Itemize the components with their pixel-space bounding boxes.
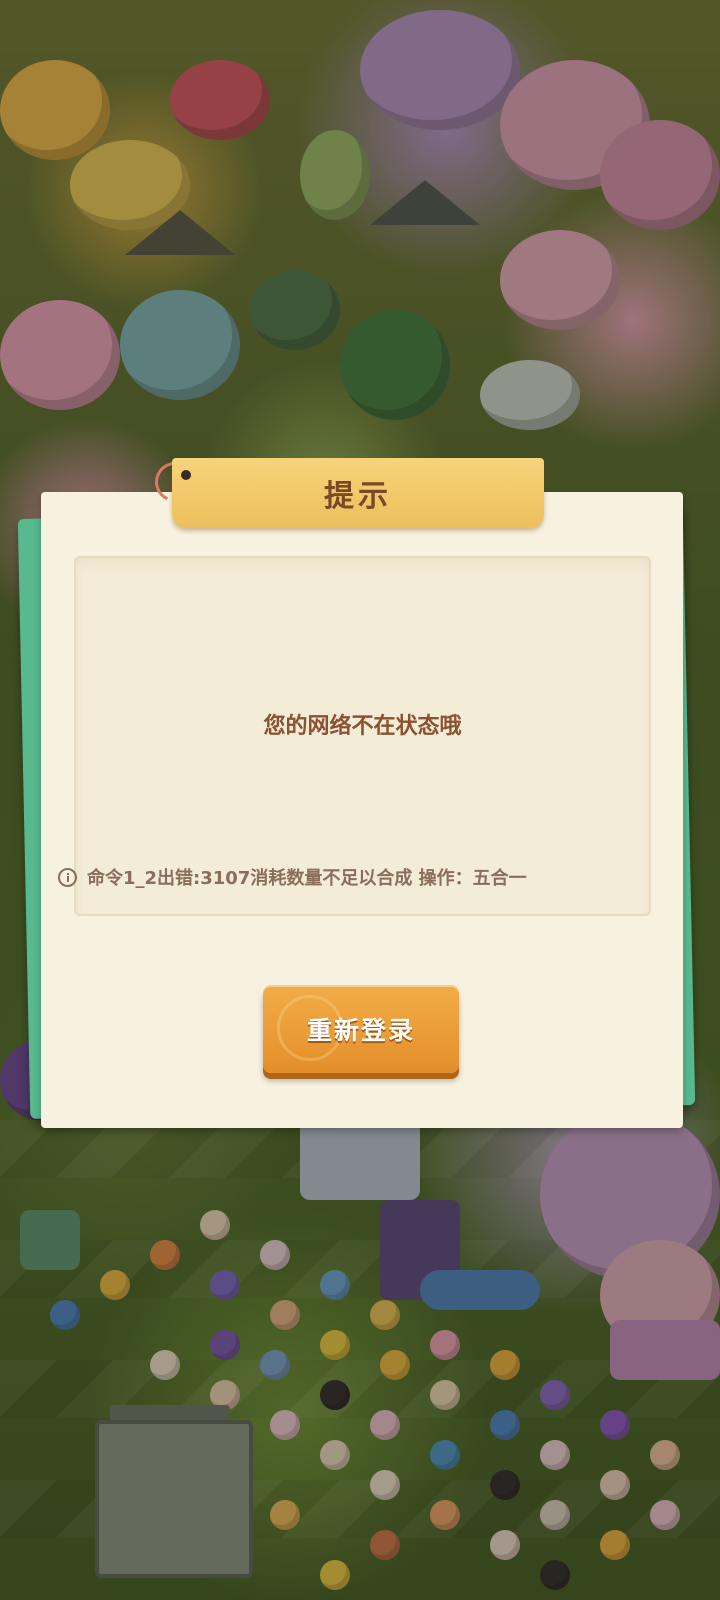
dialog-title-tab: 提示 bbox=[172, 458, 544, 528]
pin-icon bbox=[181, 470, 191, 480]
dialog-title: 提示 bbox=[324, 479, 392, 514]
error-detail: 命令1_2出错:3107消耗数量不足以合成 操作：五合一 bbox=[58, 864, 668, 890]
error-detail-text: 命令1_2出错:3107消耗数量不足以合成 操作：五合一 bbox=[87, 868, 527, 889]
relogin-button-label: 重新登录 bbox=[306, 1016, 415, 1045]
relogin-button[interactable]: 重新登录 bbox=[263, 985, 459, 1073]
info-icon bbox=[58, 867, 77, 887]
dialog-message: 您的网络不在状态哦 bbox=[263, 714, 462, 739]
